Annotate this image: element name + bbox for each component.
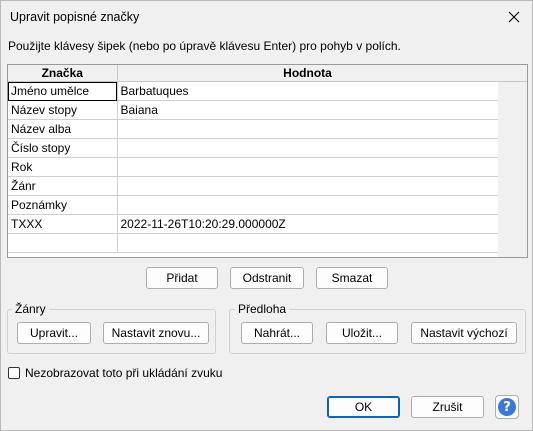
table-row: Žánr — [8, 176, 499, 196]
cancel-button[interactable]: Zrušit — [411, 396, 484, 418]
clear-button[interactable]: Smazat — [316, 267, 388, 289]
genres-group-label: Žánry — [12, 302, 49, 316]
table-row — [8, 233, 499, 253]
column-header-value[interactable]: Hodnota — [117, 65, 499, 82]
help-icon: ? — [498, 398, 516, 416]
dont-show-checkbox[interactable] — [8, 367, 20, 379]
dont-show-label: Nezobrazovat toto při ukládání zvuku — [25, 366, 223, 380]
close-icon — [508, 11, 520, 23]
value-cell[interactable] — [117, 119, 499, 139]
title-bar: Upravit popisné značky — [1, 1, 532, 33]
close-button[interactable] — [496, 1, 532, 33]
set-default-template-button[interactable]: Nastavit výchozí — [411, 322, 517, 344]
save-template-button[interactable]: Uložit... — [326, 322, 398, 344]
ok-button[interactable]: OK — [327, 396, 400, 418]
tag-cell[interactable]: TXXX — [8, 214, 118, 234]
help-button[interactable]: ? — [495, 395, 519, 419]
tag-cell[interactable]: Rok — [8, 157, 118, 177]
tag-cell[interactable]: Název stopy — [8, 100, 118, 120]
table-row: Název alba — [8, 119, 499, 139]
reset-genres-button[interactable]: Nastavit znovu... — [103, 322, 209, 344]
value-cell[interactable]: Barbatuques — [117, 81, 499, 101]
tag-cell[interactable]: Jméno umělce — [8, 81, 118, 101]
tag-cell[interactable]: Číslo stopy — [8, 138, 118, 158]
dont-show-option[interactable]: Nezobrazovat toto při ukládání zvuku — [8, 366, 222, 380]
tag-cell[interactable]: Poznámky — [8, 195, 118, 215]
tag-cell[interactable] — [8, 233, 118, 253]
table-row: Název stopy Baiana — [8, 100, 499, 120]
table-row: Číslo stopy — [8, 138, 499, 158]
edit-metadata-dialog: Upravit popisné značky Použijte klávesy … — [0, 0, 533, 431]
remove-button[interactable]: Odstranit — [230, 267, 304, 289]
table-row: Rok — [8, 157, 499, 177]
tag-grid: Značka Hodnota Jméno umělce Barbatuques … — [7, 64, 528, 258]
value-cell[interactable] — [117, 233, 499, 253]
value-cell[interactable] — [117, 176, 499, 196]
value-cell[interactable] — [117, 195, 499, 215]
edit-genres-button[interactable]: Upravit... — [17, 322, 91, 344]
add-button[interactable]: Přidat — [146, 267, 218, 289]
table-row: Jméno umělce Barbatuques — [8, 81, 499, 101]
load-template-button[interactable]: Nahrát... — [241, 322, 313, 344]
value-cell[interactable] — [117, 138, 499, 158]
template-group-label: Předloha — [235, 302, 290, 316]
table-row: Poznámky — [8, 195, 499, 215]
instruction-text: Použijte klávesy šipek (nebo po úpravě k… — [8, 39, 401, 53]
tag-cell[interactable]: Název alba — [8, 119, 118, 139]
tag-cell[interactable]: Žánr — [8, 176, 118, 196]
value-cell[interactable]: 2022-11-26T10:20:29.000000Z — [117, 214, 499, 234]
tag-table: Značka Hodnota Jméno umělce Barbatuques … — [8, 65, 499, 253]
value-cell[interactable]: Baiana — [117, 100, 499, 120]
dialog-title: Upravit popisné značky — [10, 10, 140, 24]
grid-empty-area — [498, 82, 527, 257]
grid-header-filler — [498, 65, 527, 82]
value-cell[interactable] — [117, 157, 499, 177]
table-row: TXXX 2022-11-26T10:20:29.000000Z — [8, 214, 499, 234]
column-header-tag[interactable]: Značka — [8, 65, 118, 82]
